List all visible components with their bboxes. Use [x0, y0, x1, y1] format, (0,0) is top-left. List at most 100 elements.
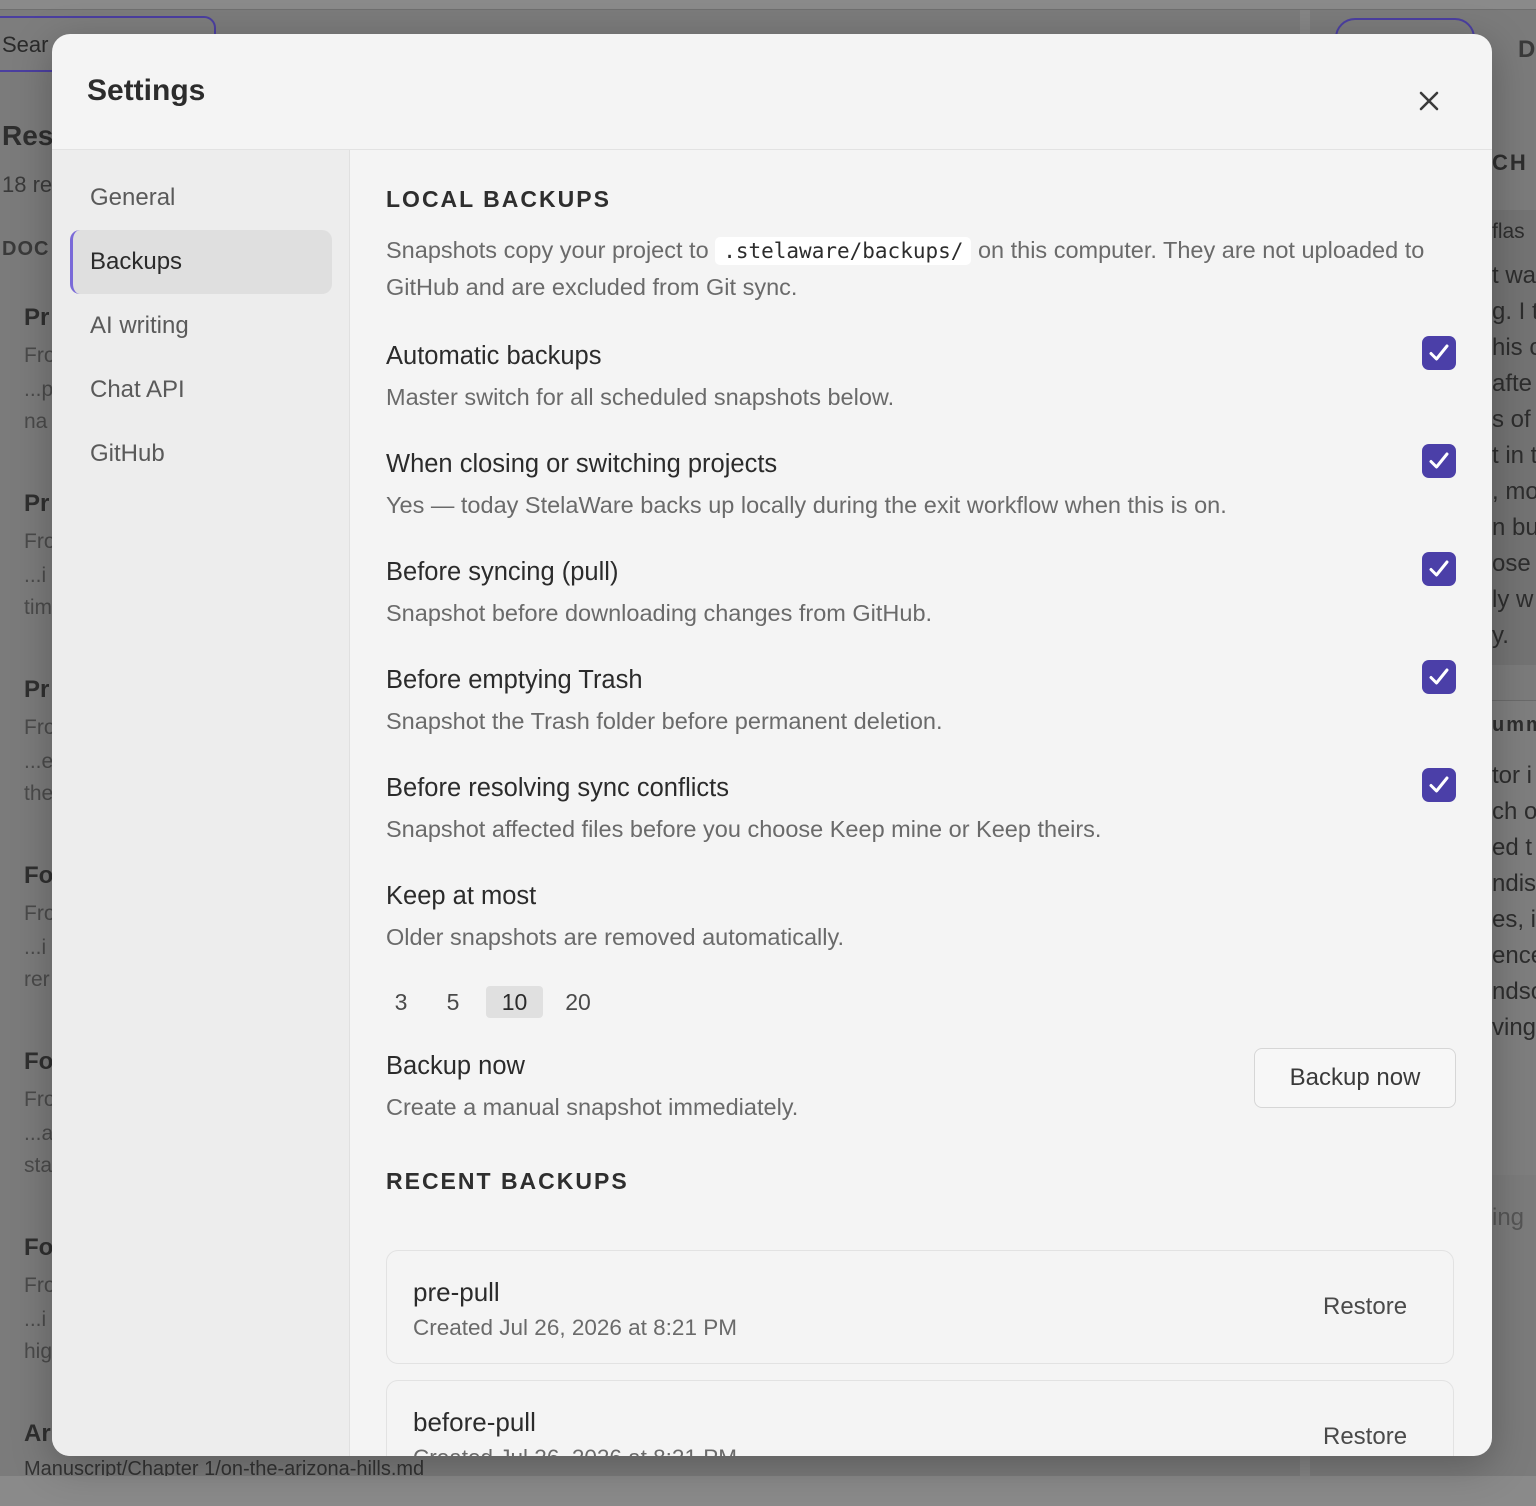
background-right-line: ose: [1492, 550, 1531, 577]
automatic-backups-checkbox[interactable]: [1422, 336, 1456, 370]
setting-title: Before resolving sync conflicts: [386, 774, 729, 802]
setting-title: When closing or switching projects: [386, 450, 778, 478]
check-icon: [1429, 452, 1449, 469]
sidebar-item-github[interactable]: GitHub: [70, 422, 332, 486]
background-result-title: Ar: [24, 1420, 51, 1447]
background-right-line: t in t: [1492, 442, 1536, 469]
background-result-line: sta: [24, 1154, 53, 1177]
setting-title: Before emptying Trash: [386, 666, 643, 694]
modal-header: Settings: [52, 34, 1492, 150]
sidebar-item-backups[interactable]: Backups: [70, 230, 332, 294]
background-result-line: Fro: [24, 1088, 56, 1111]
setting-description: Snapshot the Trash folder before permane…: [386, 708, 943, 734]
close-button[interactable]: [1406, 78, 1452, 124]
background-results-heading: Res: [2, 120, 54, 151]
background-result-line: ...p: [24, 378, 54, 401]
background-result-title: Fo: [24, 862, 54, 889]
background-right-line: , mo: [1492, 478, 1536, 505]
sidebar-item-ai-writing[interactable]: AI writing: [70, 294, 332, 358]
background-right-line: g. I t: [1492, 298, 1536, 325]
background-result-title: Pr: [24, 490, 50, 517]
background-right-line: ly w: [1492, 586, 1534, 613]
background-result-line: hig: [24, 1340, 53, 1363]
keep-option-5[interactable]: 5: [442, 986, 464, 1018]
background-results-list: Res 18 re DOC Pr Fro ...p na Pr Fro ...i…: [0, 80, 60, 1480]
background-result-line: tim: [24, 596, 52, 619]
setting-title: Automatic backups: [386, 342, 602, 370]
setting-description: Snapshot before downloading changes from…: [386, 600, 933, 626]
background-right-column: D CH C flas t wa g. I t his c afte s of …: [1490, 0, 1536, 1480]
background-right-line: his c: [1492, 334, 1536, 361]
background-result-line: Fro: [24, 530, 56, 553]
background-right-line: s of: [1492, 406, 1531, 433]
keep-option-20[interactable]: 20: [560, 986, 596, 1018]
background-right-line: flas: [1492, 220, 1525, 243]
background-result-line: ...i: [24, 936, 47, 959]
close-icon: [1419, 91, 1439, 111]
intro-text: Snapshots copy your project to: [386, 237, 709, 263]
background-right-line: ing: [1492, 1204, 1525, 1231]
restore-button[interactable]: Restore: [1323, 1423, 1407, 1451]
sidebar-item-chat-api[interactable]: Chat API: [70, 358, 332, 422]
settings-modal: Settings General Backups AI writing Chat…: [52, 34, 1492, 1456]
background-result-title: Fo: [24, 1234, 54, 1261]
modal-title: Settings: [87, 74, 206, 107]
backup-now-title: Backup now: [386, 1052, 525, 1080]
before-emptying-trash-checkbox[interactable]: [1422, 660, 1456, 694]
backup-path-code: .stelaware/backups/: [715, 237, 972, 265]
background-result-line: Fro: [24, 1274, 56, 1297]
keep-option-3[interactable]: 3: [390, 986, 412, 1018]
setting-description: Master switch for all scheduled snapshot…: [386, 384, 895, 410]
background-result-line: ...a: [24, 1122, 54, 1145]
backup-created-date: Created Jul 26, 2026 at 8:21 PM: [413, 1445, 737, 1456]
background-right-top: D: [1518, 36, 1536, 63]
sidebar-item-general[interactable]: General: [70, 166, 332, 230]
closing-switching-checkbox[interactable]: [1422, 444, 1456, 478]
background-topbar: [0, 0, 1536, 10]
check-icon: [1429, 776, 1449, 793]
backup-name: pre-pull: [413, 1277, 500, 1307]
background-right-line: ed t: [1492, 834, 1533, 861]
background-right-line: n bu: [1492, 514, 1536, 541]
backup-card: pre-pull Created Jul 26, 2026 at 8:21 PM…: [386, 1250, 1454, 1364]
backup-now-description: Create a manual snapshot immediately.: [386, 1094, 799, 1120]
background-right-line: es, i: [1492, 906, 1536, 933]
before-syncing-checkbox[interactable]: [1422, 552, 1456, 586]
background-right-line: ndis: [1492, 870, 1536, 897]
background-result-line: Fro: [24, 344, 56, 367]
background-right-heading: umm: [1492, 714, 1536, 736]
background-result-title: Pr: [24, 304, 50, 331]
background-result-line: na: [24, 410, 48, 433]
background-right-line: ving: [1492, 1014, 1536, 1041]
background-right-line: ch o: [1492, 798, 1536, 825]
settings-content: LOCAL BACKUPS Snapshots copy your projec…: [350, 150, 1492, 1456]
background-result-line: ...e: [24, 750, 54, 773]
backup-created-date: Created Jul 26, 2026 at 8:21 PM: [413, 1315, 737, 1340]
background-result-title: Pr: [24, 676, 50, 703]
background-result-line: ...i: [24, 1308, 47, 1331]
background-results-count: 18 re: [2, 172, 53, 197]
setting-description: Yes — today StelaWare backs up locally d…: [386, 492, 1227, 518]
settings-sidebar: General Backups AI writing Chat API GitH…: [52, 150, 350, 1456]
check-icon: [1429, 560, 1449, 577]
restore-button[interactable]: Restore: [1323, 1293, 1407, 1321]
background-result-line: the: [24, 782, 54, 805]
background-right-line: ence: [1492, 942, 1536, 969]
background-bottom-strip: [0, 1476, 1536, 1506]
background-right-line: y.: [1492, 622, 1509, 649]
before-resolving-conflicts-checkbox[interactable]: [1422, 768, 1456, 802]
check-icon: [1429, 344, 1449, 361]
background-result-line: Fro: [24, 716, 56, 739]
background-right-line: ndso: [1492, 978, 1536, 1005]
background-section-label: DOC: [2, 238, 50, 260]
background-result-line: rer: [24, 968, 50, 991]
check-icon: [1429, 668, 1449, 685]
keep-at-most-description: Older snapshots are removed automaticall…: [386, 924, 845, 950]
backup-now-button[interactable]: Backup now: [1254, 1048, 1456, 1108]
background-right-line: afte: [1492, 370, 1533, 397]
keep-option-10[interactable]: 10: [486, 986, 543, 1018]
recent-backups-heading: RECENT BACKUPS: [386, 1168, 629, 1194]
local-backups-heading: LOCAL BACKUPS: [386, 186, 611, 212]
setting-description: Snapshot affected files before you choos…: [386, 816, 1102, 842]
background-right-line: tor i: [1492, 762, 1533, 789]
